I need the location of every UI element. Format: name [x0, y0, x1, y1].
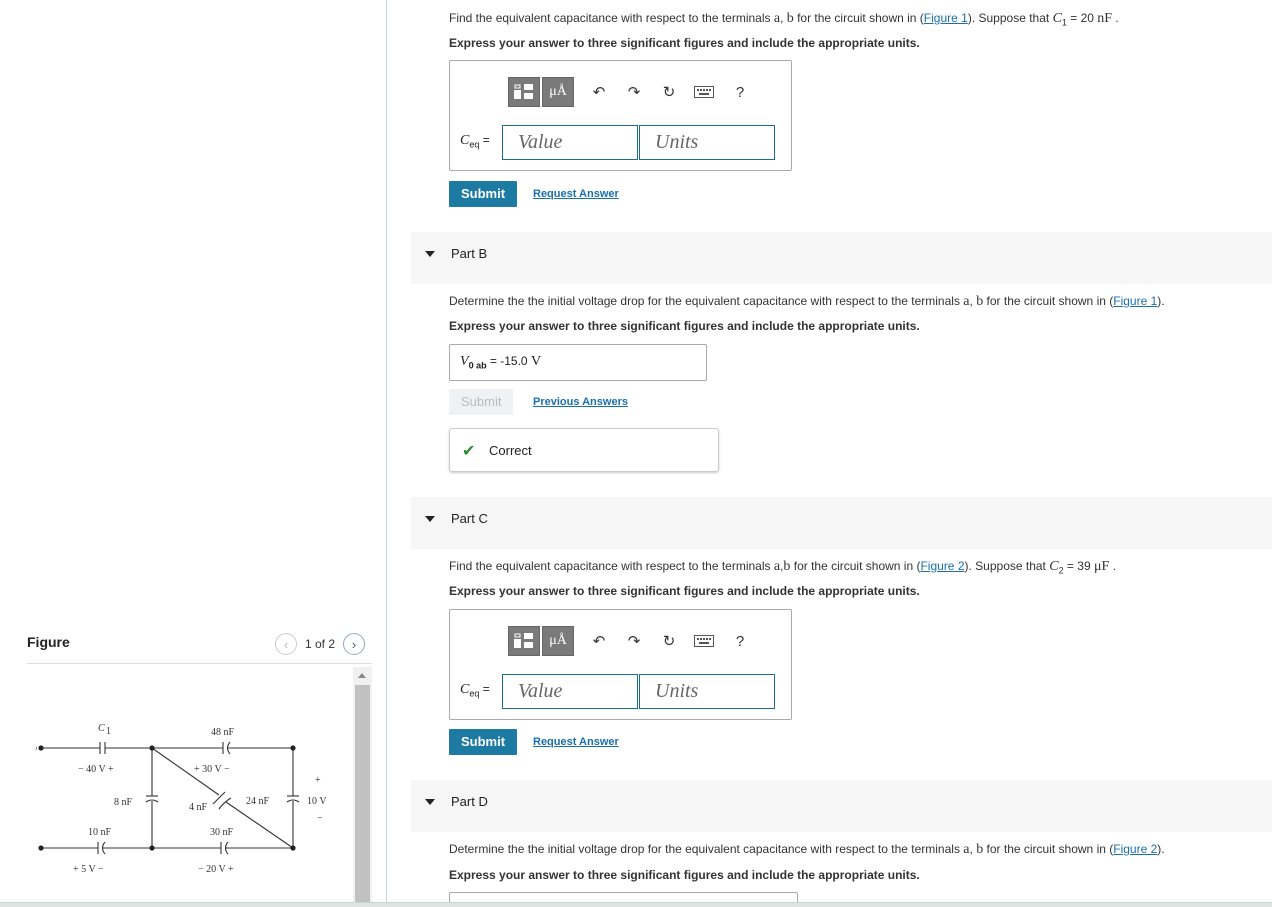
part-a-submit-button[interactable]: Submit: [449, 181, 518, 207]
redo-icon[interactable]: ↷: [624, 82, 644, 102]
help-icon[interactable]: ?: [730, 82, 750, 102]
next-figure-button[interactable]: ›: [343, 633, 366, 655]
c1-label: C: [98, 723, 105, 734]
c4-label: 4 nF: [189, 802, 208, 813]
circuit-diagram: b a C 1 48 nF − 40 V + + 30 V − 8 nF 4 n…: [36, 723, 327, 875]
part-a-request-answer-link[interactable]: Request Answer: [533, 188, 619, 200]
part-d-instructions: Express your answer to three significant…: [449, 868, 920, 882]
ceq-label: Ceq =: [460, 682, 490, 699]
correct-label: Correct: [489, 443, 532, 458]
window-bottom-edge: [0, 902, 1272, 907]
part-c-answer-box: μÅ ↶ ↷ ↻ ? Ceq = Value Units: [449, 609, 792, 720]
v30-label: + 30 V −: [194, 764, 230, 775]
vab-answer: V0 ab = -15.0 V: [460, 354, 542, 371]
reset-icon[interactable]: ↻: [659, 631, 679, 651]
c48-label: 48 nF: [211, 727, 235, 738]
part-c-toolbar: μÅ ↶ ↷ ↻ ?: [508, 626, 750, 656]
c30-label: 30 nF: [210, 827, 234, 838]
collapse-triangle-icon[interactable]: [425, 516, 435, 522]
undo-icon[interactable]: ↶: [589, 631, 609, 651]
keyboard-icon[interactable]: [694, 631, 714, 651]
figure-2-link[interactable]: Figure 2: [1113, 842, 1157, 856]
v10-plus-label: +: [315, 775, 321, 786]
redo-icon[interactable]: ↷: [624, 631, 644, 651]
part-d-title: Part D: [451, 794, 488, 809]
units-button[interactable]: μÅ: [542, 77, 574, 107]
part-c-instructions: Express your answer to three significant…: [449, 584, 920, 598]
part-c-title: Part C: [451, 511, 488, 526]
figure-title: Figure: [27, 634, 70, 650]
figure-1-link[interactable]: Figure 1: [924, 11, 968, 25]
v20-label: − 20 V +: [198, 864, 234, 875]
figure-scrollbar[interactable]: [353, 667, 372, 902]
correct-feedback: ✔ Correct: [449, 428, 719, 472]
part-a-answer-box: μÅ ↶ ↷ ↻ ? Ceq = Value Units: [449, 60, 792, 171]
c24-label: 24 nF: [246, 796, 270, 807]
figure-navigation: ‹ 1 of 2 ›: [275, 633, 366, 655]
scroll-up-arrow-icon[interactable]: [358, 673, 366, 678]
part-c-request-answer-link[interactable]: Request Answer: [533, 736, 619, 748]
keyboard-icon[interactable]: [694, 82, 714, 102]
part-b-title: Part B: [451, 246, 488, 261]
templates-icon: [514, 84, 533, 99]
page: Figure ‹ 1 of 2 › C 1 48 nF − 40 V + + 3…: [0, 0, 1272, 907]
templates-button[interactable]: [508, 77, 540, 107]
units-button[interactable]: μÅ: [542, 626, 574, 656]
part-d-prompt: Determine the the initial voltage drop f…: [449, 842, 1165, 857]
v5-label: + 5 V −: [73, 864, 104, 875]
units-input[interactable]: Units: [639, 125, 775, 160]
templates-button[interactable]: [508, 626, 540, 656]
panel-divider: [386, 0, 387, 902]
part-a-prompt: Find the equivalent capacitance with res…: [449, 11, 1119, 28]
ceq-label: Ceq =: [460, 133, 490, 150]
v10-label: 10 V: [307, 796, 327, 807]
part-b-instructions: Express your answer to three significant…: [449, 319, 920, 333]
previous-answers-link[interactable]: Previous Answers: [533, 396, 628, 408]
value-input[interactable]: Value: [502, 674, 638, 709]
part-b-answer-display: V0 ab = -15.0 V: [449, 344, 707, 381]
units-input[interactable]: Units: [639, 674, 775, 709]
c10-label: 10 nF: [88, 827, 112, 838]
part-b-prompt: Determine the the initial voltage drop f…: [449, 294, 1165, 309]
c8-label: 8 nF: [114, 797, 133, 808]
scrollbar-thumb[interactable]: [355, 685, 370, 902]
value-input[interactable]: Value: [502, 125, 638, 160]
part-a-instructions: Express your answer to three significant…: [449, 36, 920, 50]
part-b-header[interactable]: Part B: [411, 232, 1272, 284]
v10-minus-label: −: [317, 813, 323, 824]
part-c-submit-button[interactable]: Submit: [449, 729, 518, 755]
part-c-prompt: Find the equivalent capacitance with res…: [449, 559, 1116, 576]
chevron-right-icon: ›: [351, 636, 357, 652]
templates-icon: [514, 633, 533, 648]
v40-label: − 40 V +: [78, 764, 114, 775]
check-icon: ✔: [462, 443, 476, 460]
terminal-b-label: b: [36, 743, 37, 754]
collapse-triangle-icon[interactable]: [425, 799, 435, 805]
prev-figure-button[interactable]: ‹: [275, 633, 297, 655]
reset-icon[interactable]: ↻: [659, 82, 679, 102]
figure-1-link[interactable]: Figure 1: [1113, 294, 1157, 308]
figure-page-indicator: 1 of 2: [305, 637, 336, 651]
figure-divider: [27, 663, 372, 664]
part-a-toolbar: μÅ ↶ ↷ ↻ ?: [508, 77, 750, 107]
collapse-triangle-icon[interactable]: [425, 251, 435, 257]
chevron-left-icon: ‹: [283, 636, 289, 652]
part-c-header[interactable]: Part C: [411, 497, 1272, 549]
part-d-header[interactable]: Part D: [411, 780, 1272, 832]
help-icon[interactable]: ?: [730, 631, 750, 651]
part-b-submit-button: Submit: [449, 389, 514, 415]
undo-icon[interactable]: ↶: [589, 82, 609, 102]
c1-subscript: 1: [106, 726, 111, 737]
figure-2-link[interactable]: Figure 2: [920, 559, 964, 573]
